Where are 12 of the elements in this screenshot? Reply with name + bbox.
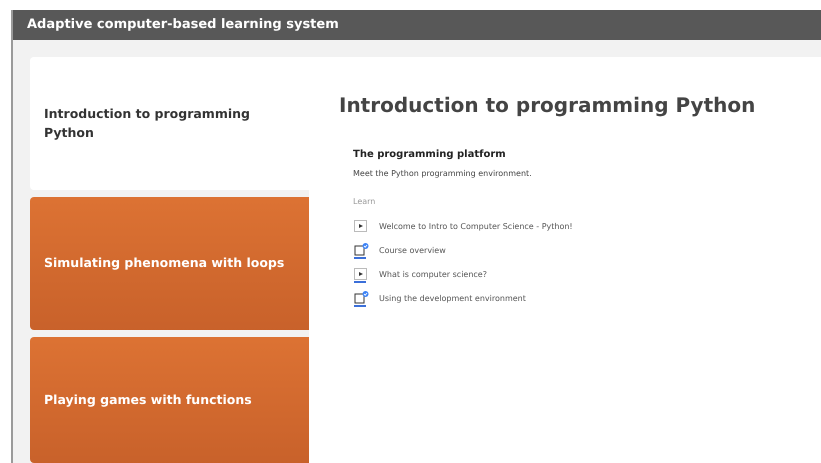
- section-title: The programming platform: [353, 148, 507, 162]
- unit-card[interactable]: Simulating phenomena with loops: [30, 197, 309, 330]
- lesson-link[interactable]: Using the development environment: [379, 293, 526, 305]
- lesson-link[interactable]: Course overview: [379, 245, 446, 257]
- lesson-link[interactable]: Welcome to Intro to Computer Science - Python!: [379, 221, 573, 233]
- lesson-link[interactable]: What is computer science?: [379, 269, 487, 281]
- page-heading: Introduction to programming Python: [339, 93, 756, 117]
- unit-card[interactable]: Introduction to programming Python: [30, 57, 309, 190]
- group-label: Learn: [353, 196, 376, 208]
- unit-card[interactable]: Playing games with functions: [30, 337, 309, 463]
- section-description: Meet the Python programming environment.: [353, 168, 533, 180]
- window-title: Adaptive computer-based learning system: [13, 10, 821, 40]
